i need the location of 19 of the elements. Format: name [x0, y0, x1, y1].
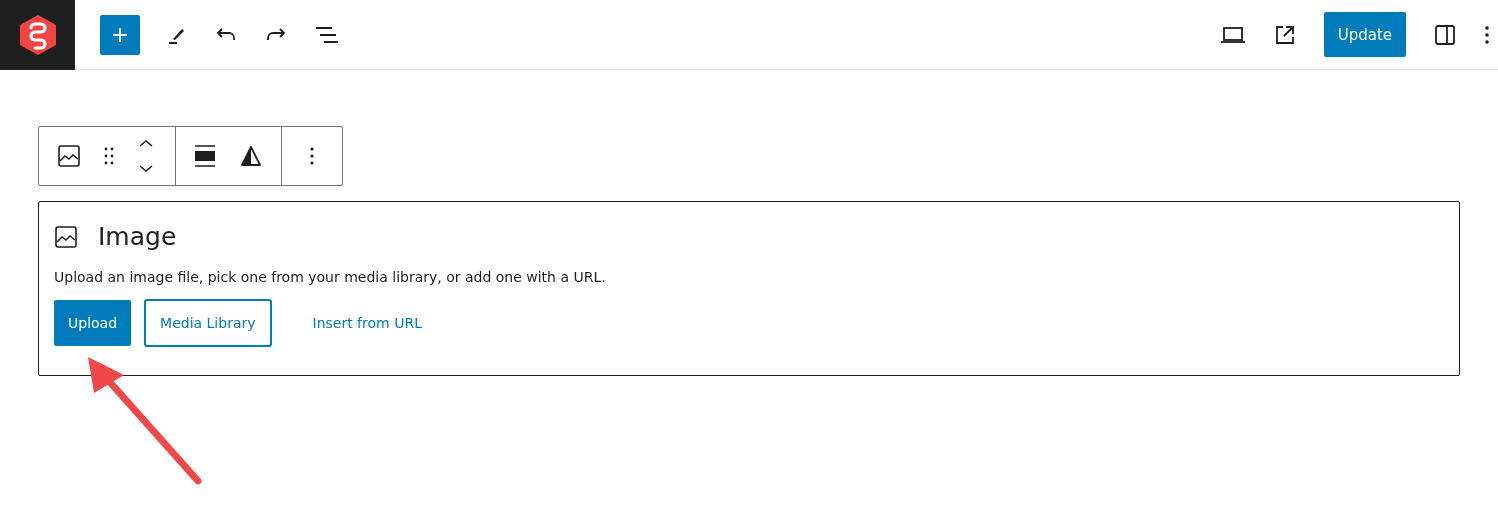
external-link-icon[interactable] [1273, 23, 1296, 46]
add-block-button[interactable] [100, 14, 140, 55]
update-button[interactable]: Update [1323, 12, 1406, 57]
align-icon[interactable] [194, 144, 216, 168]
insert-link[interactable]: Insert from URL [298, 300, 436, 346]
media-library-button[interactable]: Media Library [144, 299, 272, 347]
image-icon [54, 224, 78, 249]
laptop-icon[interactable] [1219, 24, 1246, 45]
sidebar-icon[interactable] [1434, 23, 1456, 46]
more-options-icon[interactable] [1484, 24, 1490, 45]
duotone-triangle-icon[interactable] [240, 145, 262, 167]
block-title: Image [98, 222, 177, 251]
image-icon[interactable] [57, 144, 81, 168]
more-options-icon[interactable] [309, 146, 315, 166]
drag-handle-icon[interactable] [103, 146, 115, 166]
upload-button[interactable]: Upload [54, 300, 132, 346]
move-arrows-icon[interactable] [137, 138, 155, 174]
logo[interactable] [0, 0, 75, 70]
block-description: Upload an image file, pick one from your media library, or add one with a URL. [54, 269, 607, 285]
